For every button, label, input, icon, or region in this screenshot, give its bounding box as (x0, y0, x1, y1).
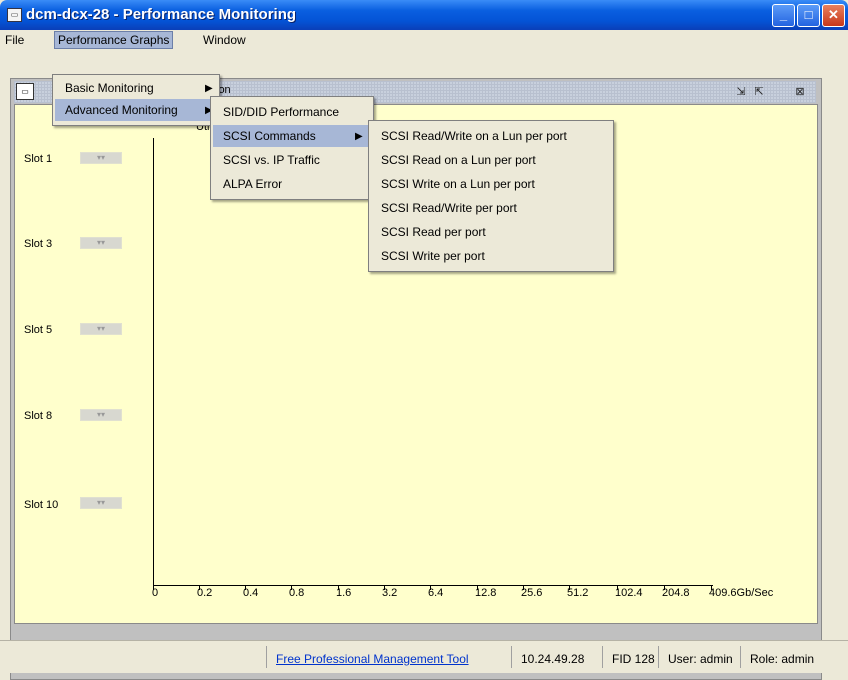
title-bar: ▭ dcm-dcx-28 - Performance Monitoring _ … (0, 0, 848, 30)
menu-window[interactable]: Window (200, 32, 249, 48)
status-role: Role: admin (750, 652, 815, 666)
maximize-button[interactable]: □ (797, 4, 820, 27)
slot-indicator-icon: ▾▾ (80, 497, 122, 509)
x-tick-label: 1.6 (336, 587, 352, 599)
status-separator (658, 646, 659, 668)
management-tool-link[interactable]: Free Professional Management Tool (276, 652, 469, 666)
x-tick-label: 204.8 (662, 587, 690, 599)
menu-item-basic-monitoring[interactable]: Basic Monitoring (55, 77, 217, 99)
status-separator (511, 646, 512, 668)
inner-window-icon: ▭ (16, 83, 34, 100)
slot-label: Slot 10 (24, 499, 59, 511)
slot-indicator-icon: ▾▾ (80, 237, 122, 249)
slot-label: Slot 8 (24, 410, 53, 422)
x-tick-label: 102.4 (615, 587, 643, 599)
menu-item-scsi-read-port[interactable]: SCSI Read per port (371, 221, 611, 243)
status-user: User: admin (668, 652, 733, 666)
menu-item-scsi-write-lun[interactable]: SCSI Write on a Lun per port (371, 173, 611, 195)
menu-item-advanced-monitoring[interactable]: Advanced Monitoring (55, 99, 217, 121)
x-tick-label: 3.2 (382, 587, 398, 599)
advanced-monitoring-menu: SID/DID Performance SCSI Commands ▶ SCSI… (210, 96, 374, 200)
menu-item-scsi-commands[interactable]: SCSI Commands (213, 125, 371, 147)
menu-item-scsi-vs-ip-traffic[interactable]: SCSI vs. IP Traffic (213, 149, 371, 171)
status-separator (740, 646, 741, 668)
slot-indicator-icon: ▾▾ (80, 409, 122, 421)
x-tick-label: 409.6Gb/Sec (709, 587, 774, 599)
minimize-button[interactable]: _ (772, 4, 795, 27)
menu-item-scsi-read-lun[interactable]: SCSI Read on a Lun per port (371, 149, 611, 171)
menu-performance-graphs[interactable]: Performance Graphs (54, 31, 174, 49)
menu-item-sid-did-performance[interactable]: SID/DID Performance (213, 101, 371, 123)
status-separator (602, 646, 603, 668)
menu-item-scsi-rw-port[interactable]: SCSI Read/Write per port (371, 197, 611, 219)
slot-indicator-icon: ▾▾ (80, 152, 122, 164)
menu-item-alpa-error[interactable]: ALPA Error (213, 173, 371, 195)
slot-label: Slot 1 (24, 153, 53, 165)
menu-bar: File Performance Graphs Window (0, 30, 848, 50)
maximize-icon[interactable]: ⇱ (752, 85, 766, 99)
slot-indicator-icon: ▾▾ (80, 323, 122, 335)
chart-x-axis (153, 585, 713, 586)
x-tick-label: 0.4 (243, 587, 259, 599)
status-separator (266, 646, 267, 668)
slot-label: Slot 5 (24, 324, 53, 336)
status-ip: 10.24.49.28 (521, 652, 585, 666)
restore-icon[interactable]: ⇲ (734, 85, 748, 99)
close-icon[interactable]: ⊠ (793, 85, 807, 99)
close-button[interactable]: ✕ (822, 4, 845, 27)
submenu-arrow-icon: ▶ (355, 131, 363, 142)
window-title: dcm-dcx-28 - Performance Monitoring (26, 6, 297, 23)
submenu-arrow-icon: ▶ (205, 83, 213, 94)
x-tick-label: 0.8 (289, 587, 305, 599)
x-tick-label: 12.8 (475, 587, 497, 599)
scsi-commands-menu: SCSI Read/Write on a Lun per port SCSI R… (368, 120, 614, 272)
monitor-icon: ▭ (7, 8, 22, 22)
x-tick-label: 51.2 (567, 587, 589, 599)
status-fid: FID 128 (612, 652, 655, 666)
menu-item-scsi-write-port[interactable]: SCSI Write per port (371, 245, 611, 267)
slot-label: Slot 3 (24, 238, 53, 250)
performance-graphs-menu: Basic Monitoring ▶ Advanced Monitoring ▶ (52, 74, 220, 126)
chart-y-axis (153, 138, 154, 586)
menu-item-scsi-rw-lun[interactable]: SCSI Read/Write on a Lun per port (371, 125, 611, 147)
x-tick-label: 0.2 (197, 587, 213, 599)
x-tick-label: 25.6 (521, 587, 543, 599)
menu-file[interactable]: File (2, 32, 27, 48)
x-tick-label: 0 (152, 587, 159, 599)
x-tick-label: 6.4 (428, 587, 444, 599)
